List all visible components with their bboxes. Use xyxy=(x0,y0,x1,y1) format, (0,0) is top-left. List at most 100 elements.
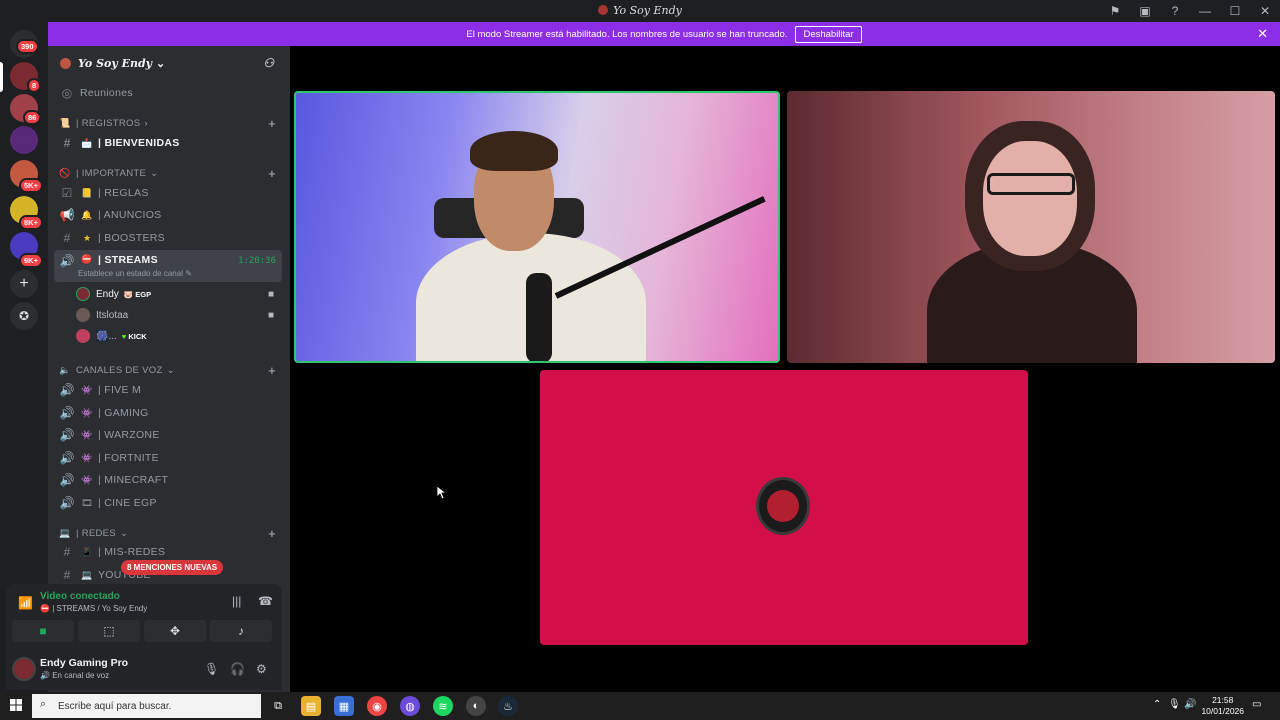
voice-channel-five-m[interactable]: 🔊 👾 | FIVE M xyxy=(48,379,290,401)
category-label: | REDES xyxy=(76,527,116,539)
notifications-icon[interactable]: ▭ xyxy=(1252,699,1261,710)
red-circle-icon: ⛔ xyxy=(40,604,50,613)
microphone-icon[interactable]: 🎙 xyxy=(204,662,219,676)
add-channel-icon[interactable]: + xyxy=(268,116,276,131)
add-channel-icon[interactable]: + xyxy=(268,526,276,541)
user-status-text: En canal de voz xyxy=(52,671,110,680)
add-server-icon[interactable]: + xyxy=(10,270,38,298)
explore-icon[interactable]: ✪ xyxy=(10,302,38,330)
rules-icon: ☑ xyxy=(61,186,73,200)
voice-channel-warzone[interactable]: 🔊 👾 | WARZONE xyxy=(48,424,290,446)
maximize-button[interactable]: ☐ xyxy=(1220,0,1250,22)
invite-icon[interactable]: ⚇ xyxy=(263,56,274,70)
channel-status-text: Establece un estado de canal xyxy=(78,269,183,278)
chevron-down-icon: ⌄ xyxy=(166,364,175,376)
chrome-icon[interactable]: ◉ xyxy=(367,696,387,716)
voice-channel-cine-egp[interactable]: 🔊 🎞 | CINE EGP xyxy=(48,492,290,514)
voice-status-title[interactable]: Video conectado xyxy=(40,591,120,602)
window-title-text: Yo Soy Endy xyxy=(613,4,682,17)
person-head xyxy=(983,141,1077,256)
clock[interactable]: 21:58 10/01/2026 xyxy=(1201,695,1244,717)
video-tile-itslotaa[interactable] xyxy=(787,91,1275,363)
video-tile-endy[interactable] xyxy=(294,91,780,363)
task-view-icon[interactable]: ⧉ xyxy=(268,696,288,716)
video-tile-avatar[interactable] xyxy=(540,370,1028,645)
channel-boosters[interactable]: # ★ | BOOSTERS xyxy=(48,227,290,249)
flag-icon[interactable]: ⚑ xyxy=(1100,0,1130,22)
disconnect-icon[interactable]: ☎ xyxy=(258,594,273,608)
server-badge: 8 xyxy=(27,78,42,93)
film-icon: 🎞 xyxy=(81,497,93,508)
voice-channel-minecraft[interactable]: 🔊 👾 | MINECRAFT xyxy=(48,469,290,491)
screen-share-button[interactable]: ⬚ xyxy=(78,620,140,642)
add-channel-icon[interactable]: + xyxy=(268,363,276,378)
server-icon[interactable] xyxy=(10,126,38,154)
speaker-icon: 🔈 xyxy=(59,364,71,375)
channel-label: | WARZONE xyxy=(98,429,160,441)
channel-reuniones[interactable]: ◎ Reuniones xyxy=(48,82,290,104)
add-channel-icon[interactable]: + xyxy=(268,166,276,181)
activities-button[interactable]: ✥ xyxy=(144,620,206,642)
avatar[interactable] xyxy=(12,657,36,681)
speaker-icon: 🔊 xyxy=(59,383,75,397)
channel-label: | MINECRAFT xyxy=(98,474,169,486)
channel-label: | GAMING xyxy=(98,407,149,419)
video-button[interactable]: ■ xyxy=(12,620,74,642)
new-mentions-badge[interactable]: 8 MENCIONES NUEVAS xyxy=(121,560,224,575)
window-title: Yo Soy Endy xyxy=(0,4,1280,17)
channel-label: | FORTNITE xyxy=(98,452,159,464)
voice-user-itslotaa[interactable]: Itslotaa ■ xyxy=(76,305,282,325)
scroll-icon: 📜 xyxy=(59,117,71,128)
voice-channel-fortnite[interactable]: 🔊 👾 | FORTNITE xyxy=(48,447,290,469)
voice-channel-gaming[interactable]: 🔊 👾 | GAMING xyxy=(48,402,290,424)
pencil-icon: ✎ xyxy=(185,269,192,278)
obs-icon[interactable]: ◐ xyxy=(466,696,486,716)
inbox-icon[interactable]: ▣ xyxy=(1130,0,1160,22)
noise-suppression-icon[interactable]: ||| xyxy=(232,594,241,608)
hash-icon: # xyxy=(63,568,71,582)
voice-user-endy[interactable]: Endy 🐷 EGP ■ xyxy=(76,284,282,304)
taskbar-search[interactable]: ⌕ Escribe aquí para buscar. xyxy=(32,694,261,718)
chevron-up-icon[interactable]: ⌃ xyxy=(1153,699,1161,710)
search-placeholder: Escribe aquí para buscar. xyxy=(58,700,172,712)
voice-channel-path[interactable]: ⛔ | STREAMS / Yo Soy Endy xyxy=(40,604,147,613)
category-registros[interactable]: 📜 | REGISTROS › + xyxy=(48,112,290,134)
channel-anuncios[interactable]: 📢 🔔 | ANUNCIOS xyxy=(48,204,290,226)
settings-gear-icon[interactable]: ⚙ xyxy=(256,662,267,676)
steam-icon[interactable]: ♨ xyxy=(498,696,518,716)
window-titlebar: Yo Soy Endy ⚑ ▣ ? — ☐ ✕ xyxy=(0,0,1280,22)
category-importante[interactable]: 🚫 | IMPORTANTE ⌄ + xyxy=(48,162,290,184)
windows-start-icon[interactable] xyxy=(10,699,22,711)
headphones-icon[interactable]: 🎧 xyxy=(230,662,245,676)
channel-reglas[interactable]: ☑ 📒 | REGLAS xyxy=(48,182,290,204)
signal-icon[interactable]: 📶 xyxy=(18,596,33,610)
server-header[interactable]: Yo Soy Endy ⌄ ⚇ xyxy=(48,46,290,80)
selected-pill xyxy=(0,62,3,92)
spotify-icon[interactable]: ≋ xyxy=(433,696,453,716)
volume-icon[interactable]: 🔊 xyxy=(1184,699,1196,710)
microphone-icon[interactable]: 🎙 xyxy=(1168,699,1181,710)
disable-streamer-mode-button[interactable]: Deshabilitar xyxy=(795,25,862,43)
server-badge: 5K+ xyxy=(19,178,43,193)
store-icon[interactable]: ▦ xyxy=(334,696,354,716)
app-icon[interactable]: ◍ xyxy=(400,696,420,716)
server-badge: 86 xyxy=(23,110,42,125)
minimize-button[interactable]: — xyxy=(1190,0,1220,22)
close-window-button[interactable]: ✕ xyxy=(1250,0,1280,22)
help-icon[interactable]: ? xyxy=(1160,0,1190,22)
user-name[interactable]: Endy Gaming Pro xyxy=(40,657,128,669)
category-voz[interactable]: 🔈 CANALES DE VOZ ⌄ + xyxy=(48,359,290,381)
channel-bienvenidas[interactable]: # 📩 | BIENVENIDAS xyxy=(48,132,290,154)
alien-icon: 👾 xyxy=(81,384,93,395)
close-icon[interactable]: ✕ xyxy=(1257,26,1268,42)
voice-user-kick[interactable]: 🎆... ♥ KICK xyxy=(76,326,282,346)
channel-label: | CINE EGP xyxy=(98,497,157,509)
avatar xyxy=(76,287,90,301)
channel-streams[interactable]: 🔊 ⛔ | STREAMS 1:20:36 Establece un estad… xyxy=(54,250,282,282)
file-explorer-icon[interactable]: ▤ xyxy=(301,696,321,716)
channel-status[interactable]: Establece un estado de canal ✎ xyxy=(78,269,192,278)
voice-user-name: Endy xyxy=(96,288,119,300)
tv-icon: 💻 xyxy=(81,569,93,580)
voice-user-name: Itslotaa xyxy=(96,309,129,321)
soundboard-button[interactable]: ♪ xyxy=(210,620,272,642)
